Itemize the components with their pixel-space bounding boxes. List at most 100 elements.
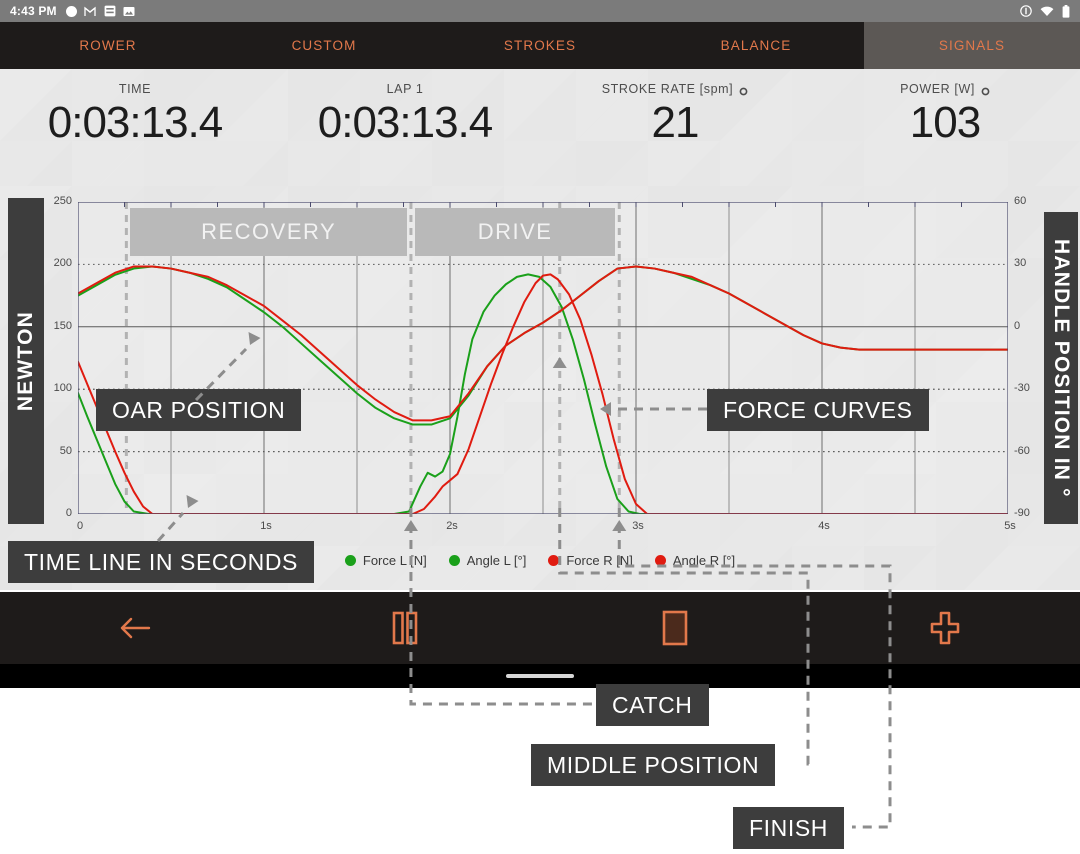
- legend-swatch: [344, 554, 356, 566]
- app-root: 4:43 PM ROWER CUSTOM STROKES BALANCE SIG…: [0, 0, 1080, 854]
- callout-label: MIDDLE POSITION: [547, 751, 760, 778]
- x-axis-tick: 5s: [1004, 520, 1016, 532]
- gmail-icon: [84, 6, 97, 17]
- callout-force-curves: FORCE CURVES: [707, 389, 929, 431]
- left-axis-title: NEWTON: [8, 198, 44, 524]
- legend-item-angle-l[interactable]: Angle L [°]: [448, 552, 527, 568]
- tab-bar: ROWER CUSTOM STROKES BALANCE SIGNALS: [0, 22, 1080, 69]
- metric-time: TIME 0:03:13.4: [0, 69, 270, 186]
- x-axis-tick: 3s: [632, 520, 644, 532]
- callout-label: OAR POSITION: [112, 396, 286, 423]
- y-axis-tick-left: 200: [53, 257, 72, 270]
- callout-catch: CATCH: [596, 684, 709, 726]
- note-icon: [104, 5, 116, 17]
- tab-strokes[interactable]: STROKES: [432, 22, 648, 69]
- metric-label: POWER [W]: [900, 82, 990, 96]
- status-bar-system-icons: [1020, 4, 1070, 18]
- y-axis-tick-right: 0: [1014, 319, 1021, 332]
- metric-value: 0:03:13.4: [47, 98, 223, 147]
- add-button[interactable]: [810, 592, 1080, 664]
- alert-icon: [1020, 5, 1032, 17]
- pause-icon: [392, 611, 418, 645]
- tab-rower[interactable]: ROWER: [0, 22, 216, 69]
- right-axis-title: HANDLE POSITION IN °: [1044, 212, 1078, 524]
- legend-label: Angle R [°]: [672, 552, 736, 568]
- tab-label: BALANCE: [720, 38, 792, 53]
- stop-square-icon: [662, 610, 688, 646]
- tab-label: ROWER: [79, 38, 137, 53]
- x-axis-tick: 0: [76, 520, 84, 532]
- metric-label-text: STROKE RATE [spm]: [601, 82, 734, 96]
- legend-item-force-r[interactable]: Force R [N]: [548, 552, 633, 568]
- legend-swatch: [654, 554, 666, 566]
- callout-label: FORCE CURVES: [723, 396, 913, 423]
- phase-banner-label: RECOVERY: [201, 219, 337, 244]
- image-icon: [123, 6, 135, 17]
- legend-swatch: [448, 554, 460, 566]
- y-axis-tick-left: 50: [59, 444, 72, 457]
- callout-label: TIME LINE IN SECONDS: [24, 548, 298, 575]
- metric-stroke-rate: STROKE RATE [spm] 21: [540, 69, 810, 186]
- home-indicator[interactable]: [506, 674, 574, 678]
- phase-banner-recovery: RECOVERY: [130, 208, 407, 256]
- metric-label-text: LAP 1: [386, 82, 424, 96]
- y-axis-tick-right: -60: [1014, 444, 1030, 457]
- callout-label: FINISH: [749, 814, 828, 841]
- phase-banner-label: DRIVE: [477, 219, 553, 244]
- left-axis-title-text: NEWTON: [14, 310, 37, 412]
- tab-label: CUSTOM: [291, 38, 357, 53]
- circle-icon: [65, 5, 77, 17]
- tab-signals[interactable]: SIGNALS: [864, 22, 1080, 69]
- pause-button[interactable]: [270, 592, 540, 664]
- legend-label: Angle L [°]: [466, 552, 527, 568]
- legend-label: Force R [N]: [566, 552, 633, 568]
- legend-swatch: [548, 554, 560, 566]
- metric-value: 0:03:13.4: [317, 98, 493, 147]
- arrow-left-icon: [120, 617, 151, 639]
- gear-icon[interactable]: [981, 85, 990, 95]
- y-axis-tick-left: 250: [53, 195, 72, 207]
- status-bar-clock: 4:43 PM: [10, 4, 57, 18]
- callout-label: CATCH: [612, 691, 693, 718]
- callout-middle-position: MIDDLE POSITION: [531, 744, 776, 786]
- status-bar-notification-icons: [65, 5, 135, 17]
- metric-label: LAP 1: [387, 82, 424, 96]
- metric-value: 103: [909, 98, 981, 147]
- legend-label: Force L [N]: [362, 552, 427, 568]
- wifi-icon: [1040, 6, 1054, 17]
- metric-power: POWER [W] 103: [810, 69, 1080, 186]
- metric-value: 21: [651, 98, 700, 147]
- tab-label: STROKES: [503, 38, 577, 53]
- metrics-bar: TIME 0:03:13.4 LAP 1 0:03:13.4 STROKE RA…: [0, 69, 1080, 187]
- gear-icon[interactable]: [739, 85, 748, 95]
- callout-finish: FINISH: [733, 807, 844, 849]
- y-axis-tick-right: 60: [1014, 195, 1027, 207]
- y-axis-tick-right: 30: [1014, 257, 1027, 270]
- stop-button[interactable]: [540, 592, 810, 664]
- bottom-toolbar: [0, 592, 1080, 664]
- tab-label: SIGNALS: [938, 38, 1006, 53]
- signals-chart-panel: NEWTON HANDLE POSITION IN ° 0 50 100 150 200…: [0, 186, 1080, 590]
- y-axis-tick-right: -90: [1014, 507, 1030, 519]
- legend-item-angle-r[interactable]: Angle R [°]: [654, 552, 736, 568]
- y-axis-tick-left: 150: [53, 319, 72, 332]
- phase-banner-drive: DRIVE: [414, 208, 616, 256]
- x-axis-tick: 2s: [446, 520, 458, 532]
- metric-label: TIME: [119, 82, 151, 96]
- tab-balance[interactable]: BALANCE: [648, 22, 864, 69]
- system-nav-bar: [0, 664, 1080, 688]
- battery-icon: [1062, 4, 1070, 18]
- metric-label: STROKE RATE [spm]: [602, 82, 749, 96]
- right-axis-title-text: HANDLE POSITION IN °: [1050, 238, 1073, 498]
- tab-custom[interactable]: CUSTOM: [216, 22, 432, 69]
- callout-time-line: TIME LINE IN SECONDS: [8, 541, 314, 583]
- metric-label-text: POWER [W]: [900, 82, 975, 96]
- y-axis-tick-left: 0: [65, 507, 72, 519]
- metric-lap: LAP 1 0:03:13.4: [270, 69, 540, 186]
- plus-cross-icon: [930, 611, 960, 645]
- back-button[interactable]: [0, 592, 270, 664]
- legend-item-force-l[interactable]: Force L [N]: [344, 552, 427, 568]
- callout-oar-position: OAR POSITION: [96, 389, 302, 431]
- metric-label-text: TIME: [118, 82, 152, 96]
- x-axis-tick: 4s: [818, 520, 830, 532]
